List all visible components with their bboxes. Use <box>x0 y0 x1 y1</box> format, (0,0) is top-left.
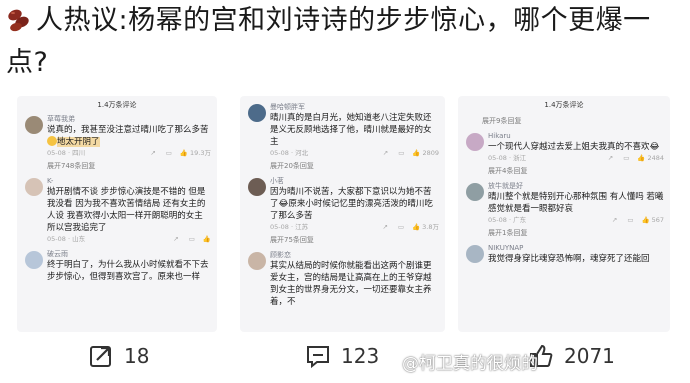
share-icon[interactable]: ↗ <box>173 234 178 245</box>
comment-author: NIKUYNAP <box>488 244 524 252</box>
like-button[interactable]: 👍 19.3万 <box>178 148 211 159</box>
share-icon[interactable]: ↗ <box>383 148 388 159</box>
comment-count-header: 1.4万条评论 <box>544 101 584 109</box>
comment-item: 放牛就是好 晴川整个就是特别开心那种氛围 有人懂吗 若曦感觉就是看一眼都好哀 0… <box>458 181 670 226</box>
watermark: @柯卫真的很烦的 <box>402 354 538 374</box>
comment-author: 破云雨 <box>47 250 68 258</box>
thumb-up-icon: 👍 <box>641 216 650 224</box>
avatar <box>248 178 266 196</box>
expand-replies-link[interactable]: 展开1条回复 <box>488 228 670 239</box>
share-icon <box>90 346 111 367</box>
comment-icon[interactable]: ▭ <box>623 153 629 164</box>
like-count: 2071 <box>564 344 615 368</box>
avatar <box>466 133 484 151</box>
comment-author: 小茗 <box>270 177 284 185</box>
avatar <box>248 252 266 270</box>
comment-meta: 05-08 · 广东 ↗ ▭ 👍 567 <box>488 215 664 226</box>
post-title-text: 人热议:杨幂的宫和刘诗诗的步步惊心，哪个更爆一点? <box>6 5 651 78</box>
comment-item: NIKUYNAP 我觉得身穿比魂穿恐怖啊，魂穿死了还能回 <box>458 243 670 265</box>
comment-meta: 05-08 · 浙江 ↗ ▭ 👍 2484 <box>488 153 664 164</box>
avatar <box>25 116 43 134</box>
comment-text: 其实从结局的时候你就能看出这两个剧谁更爱女主，宫的结局是让高高在上的王爷穿越到女… <box>270 261 432 307</box>
comment-text: 说真的，我甚至没注意过晴川吃了那么多苦 地太开阴了 <box>47 125 209 147</box>
comment-count: 123 <box>341 344 380 368</box>
expand-replies-link[interactable]: 展开4条回复 <box>488 166 670 177</box>
comment-meta: 05-08 · 山东 ↗ ▭ 👍 <box>47 234 211 245</box>
comment-meta: 05-08 · 河北 ↗ ▭ 👍 2809 <box>270 148 439 159</box>
comment-meta: 05-08 · 四川 ↗ ▭ 👍 19.3万 <box>47 148 211 159</box>
comment-screenshot-3[interactable]: 1.4万条评论 展开9条回复 Hikaru 一个现代人穿越过去爱上姐夫我真的不喜… <box>458 96 670 332</box>
thumb-up-icon: 👍 <box>637 154 646 162</box>
like-button[interactable]: 👍 3.8万 <box>410 222 439 233</box>
comment-count-header: 1.4万条评论 <box>97 101 137 109</box>
expand-replies-link[interactable]: 展开75条回复 <box>270 235 445 246</box>
comment-item: 草莓我弟 说真的，我甚至没注意过晴川吃了那么多苦 地太开阴了 05-08 · 四川… <box>17 114 217 159</box>
comment-text: 一个现代人穿越过去爱上姐夫我真的不喜欢😂 <box>488 142 660 152</box>
avatar <box>25 178 43 196</box>
avatar <box>466 245 484 263</box>
like-button[interactable]: 2071 <box>528 343 615 369</box>
comment-icon[interactable]: ▭ <box>189 234 195 245</box>
share-icon[interactable]: ↗ <box>612 215 617 226</box>
comment-icon[interactable]: ▭ <box>627 215 633 226</box>
comment-icon[interactable]: ▭ <box>398 148 404 159</box>
thumb-up-icon: 👍 <box>412 223 421 231</box>
comment-author: Hikaru <box>488 132 511 140</box>
avatar <box>25 251 43 269</box>
share-icon[interactable]: ↗ <box>150 148 155 159</box>
like-button[interactable]: 👍 <box>201 234 211 245</box>
like-button[interactable]: 👍 2809 <box>410 148 439 159</box>
kidney-bean-emoji-icon <box>6 6 32 44</box>
avatar <box>248 104 266 122</box>
comment-text: 终于明白了，为什么我从小时候就看不下去步步惊心，但得到喜欢宫了。原来也一样 <box>47 260 209 282</box>
thumb-up-icon: 👍 <box>202 235 211 243</box>
comment-item: 破云雨 终于明白了，为什么我从小时候就看不下去步步惊心，但得到喜欢宫了。原来也一… <box>17 249 217 283</box>
expand-replies-link[interactable]: 展开748条回复 <box>47 161 217 172</box>
comment-item: K- 抛开剧情不谈 步步惊心演技是不错的 但是我没看 因为我不喜欢苦情结局 还有… <box>17 176 217 245</box>
comment-icon[interactable]: ▭ <box>398 222 404 233</box>
comment-text: 我觉得身穿比魂穿恐怖啊，魂穿死了还能回 <box>488 254 650 264</box>
share-button[interactable]: 18 <box>88 343 149 369</box>
expand-replies-link[interactable]: 展开9条回复 <box>482 116 670 127</box>
comment-text: 晴川真的是白月光，她知道老八注定失败还是义无反顾地选择了他，晴川就是最好的女主 <box>270 113 432 147</box>
comment-item: 小茗 因为晴川不说苦，大家都下意识以为她不苦了😂原来小时候记忆里的漂亮活泼的晴川… <box>240 176 445 233</box>
post-title: 人热议:杨幂的宫和刘诗诗的步步惊心，哪个更爆一点? <box>6 2 686 82</box>
comment-screenshot-2[interactable]: 曼哈顿胖军 晴川真的是白月光，她知道老八注定失败还是义无反顾地选择了他，晴川就是… <box>240 96 445 332</box>
share-count: 18 <box>124 344 150 368</box>
comment-text: 晴川整个就是特别开心那种氛围 有人懂吗 若曦感觉就是看一眼都好哀 <box>488 192 664 214</box>
share-icon[interactable]: ↗ <box>608 153 613 164</box>
share-icon[interactable]: ↗ <box>382 222 387 233</box>
comment-item: Hikaru 一个现代人穿越过去爱上姐夫我真的不喜欢😂 05-08 · 浙江 ↗… <box>458 131 670 164</box>
comment-author: 放牛就是好 <box>488 182 523 190</box>
comment-meta: 05-08 · 江苏 ↗ ▭ 👍 3.8万 <box>270 222 439 233</box>
comment-text: 抛开剧情不谈 步步惊心演技是不错的 但是我没看 因为我不喜欢苦情结局 还有女主的… <box>47 187 206 233</box>
comment-button[interactable]: 123 <box>305 343 379 369</box>
comment-item: 顾影恋 其实从结局的时候你就能看出这两个剧谁更爱女主，宫的结局是让高高在上的王爷… <box>240 250 445 308</box>
comment-item: 曼哈顿胖军 晴川真的是白月光，她知道老八注定失败还是义无反顾地选择了他，晴川就是… <box>240 102 445 159</box>
expand-replies-link[interactable]: 展开20条回复 <box>270 161 445 172</box>
comment-author: 草莓我弟 <box>47 115 75 123</box>
comment-author: 曼哈顿胖军 <box>270 103 305 111</box>
laughing-emoji-icon <box>47 136 57 146</box>
post-action-bar: 18 123 2071 <box>0 333 690 383</box>
comment-icon <box>307 346 329 369</box>
thumb-up-icon: 👍 <box>179 149 189 157</box>
avatar <box>466 183 484 201</box>
thumb-up-icon: 👍 <box>412 149 421 157</box>
comment-screenshot-1[interactable]: 1.4万条评论 草莓我弟 说真的，我甚至没注意过晴川吃了那么多苦 地太开阴了 05… <box>17 96 217 332</box>
comment-icon[interactable]: ▭ <box>166 148 172 159</box>
comment-text: 因为晴川不说苦，大家都下意识以为她不苦了😂原来小时候记忆里的漂亮活泼的晴川吃了那… <box>270 187 433 221</box>
comment-author: 顾影恋 <box>270 251 291 259</box>
like-button[interactable]: 👍 2484 <box>635 153 664 164</box>
comment-author: K- <box>47 177 54 185</box>
like-button[interactable]: 👍 567 <box>639 215 664 226</box>
